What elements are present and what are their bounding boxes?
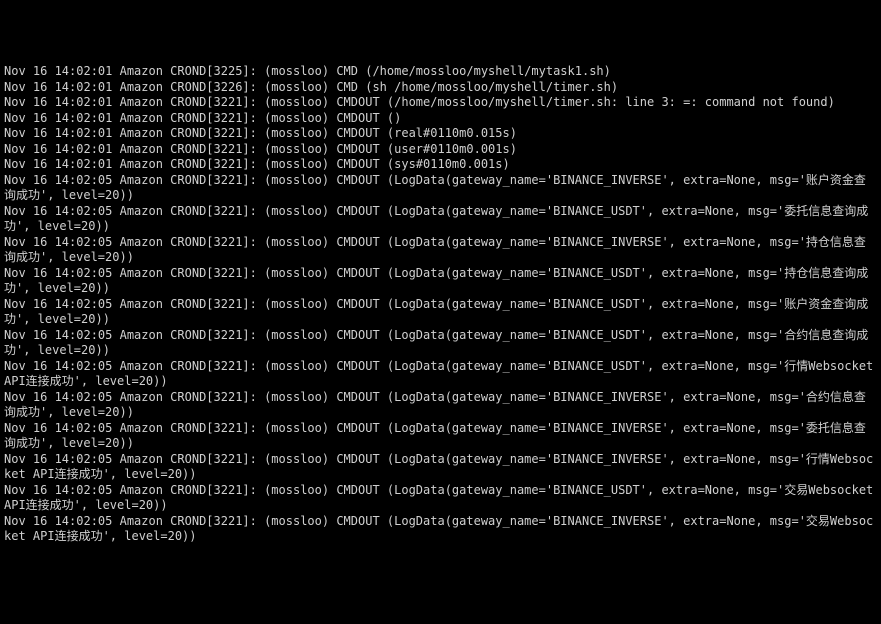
- log-line: Nov 16 14:02:01 Amazon CROND[3226]: (mos…: [4, 80, 877, 96]
- log-line: Nov 16 14:02:05 Amazon CROND[3221]: (mos…: [4, 204, 877, 235]
- log-line: Nov 16 14:02:01 Amazon CROND[3221]: (mos…: [4, 126, 877, 142]
- log-line: Nov 16 14:02:05 Amazon CROND[3221]: (mos…: [4, 235, 877, 266]
- log-line: Nov 16 14:02:05 Amazon CROND[3221]: (mos…: [4, 390, 877, 421]
- log-line: Nov 16 14:02:05 Amazon CROND[3221]: (mos…: [4, 328, 877, 359]
- log-line: Nov 16 14:02:05 Amazon CROND[3221]: (mos…: [4, 297, 877, 328]
- log-line: Nov 16 14:02:01 Amazon CROND[3225]: (mos…: [4, 64, 877, 80]
- terminal-output[interactable]: Nov 16 14:02:01 Amazon CROND[3225]: (mos…: [4, 64, 877, 545]
- log-line: Nov 16 14:02:01 Amazon CROND[3221]: (mos…: [4, 157, 877, 173]
- log-line: Nov 16 14:02:01 Amazon CROND[3221]: (mos…: [4, 142, 877, 158]
- log-line: Nov 16 14:02:05 Amazon CROND[3221]: (mos…: [4, 359, 877, 390]
- log-line: Nov 16 14:02:01 Amazon CROND[3221]: (mos…: [4, 111, 877, 127]
- log-line: Nov 16 14:02:01 Amazon CROND[3221]: (mos…: [4, 95, 877, 111]
- log-line: Nov 16 14:02:05 Amazon CROND[3221]: (mos…: [4, 514, 877, 545]
- log-line: Nov 16 14:02:05 Amazon CROND[3221]: (mos…: [4, 421, 877, 452]
- log-line: Nov 16 14:02:05 Amazon CROND[3221]: (mos…: [4, 483, 877, 514]
- log-line: Nov 16 14:02:05 Amazon CROND[3221]: (mos…: [4, 266, 877, 297]
- log-line: Nov 16 14:02:05 Amazon CROND[3221]: (mos…: [4, 452, 877, 483]
- log-line: Nov 16 14:02:05 Amazon CROND[3221]: (mos…: [4, 173, 877, 204]
